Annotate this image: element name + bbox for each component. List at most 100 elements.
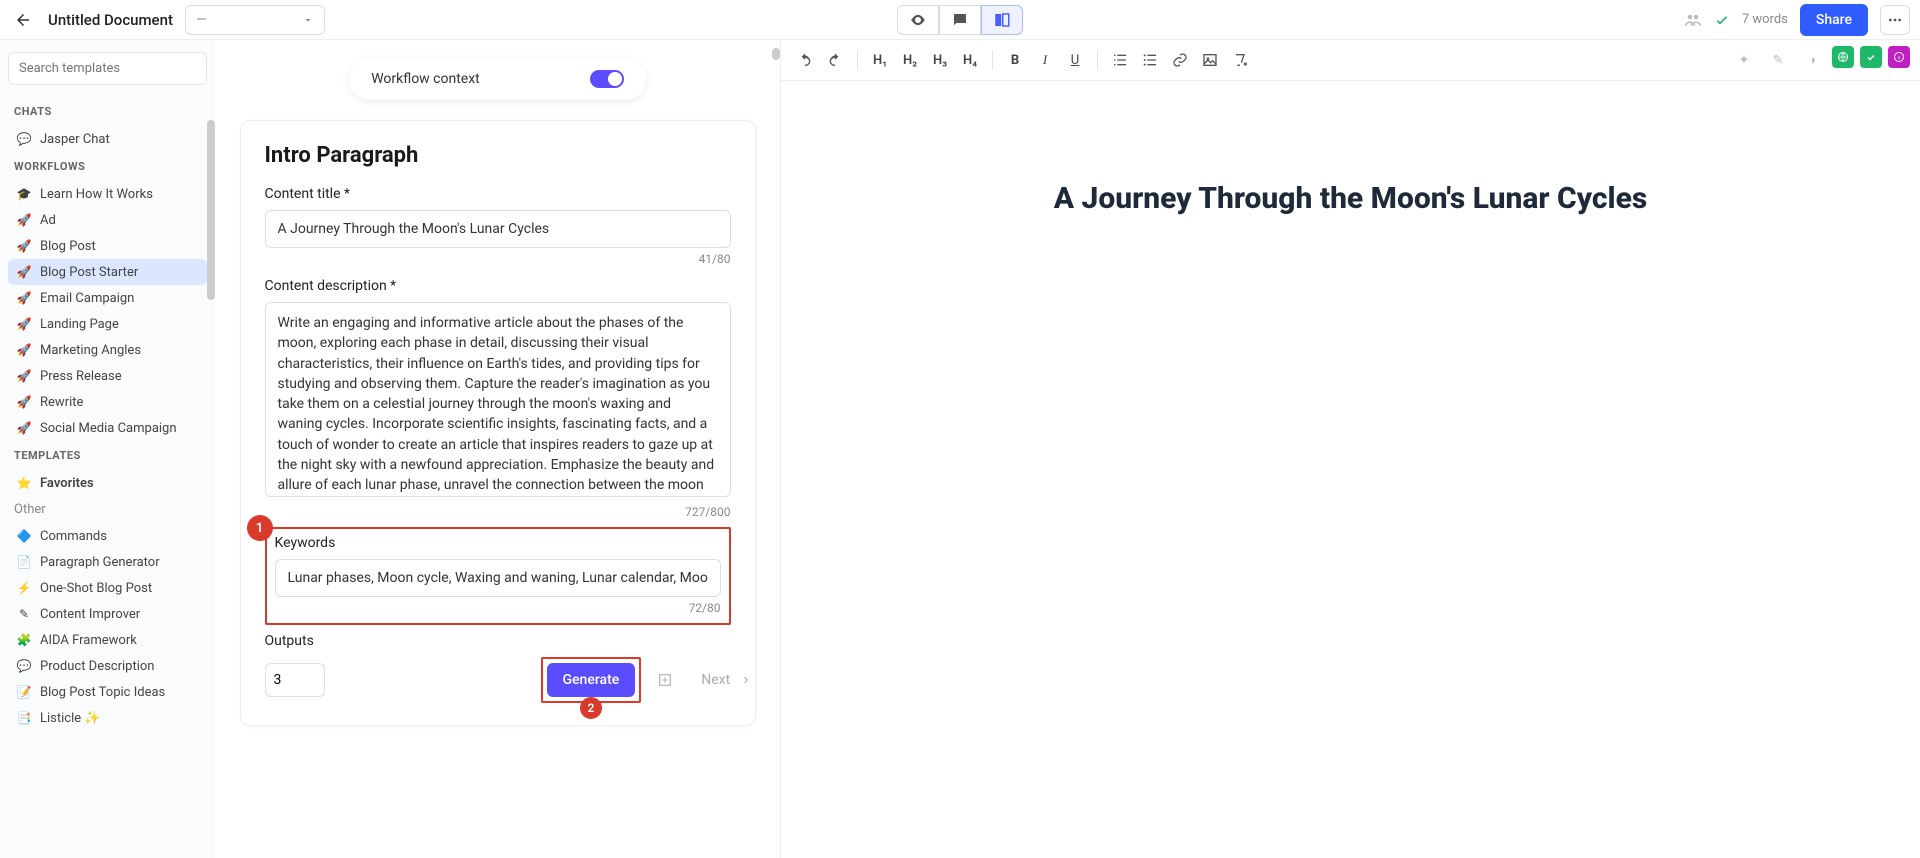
sidebar-item-topic-ideas[interactable]: 📝Blog Post Topic Ideas — [8, 679, 207, 705]
sidebar-item-label: AIDA Framework — [40, 633, 137, 648]
h1-button[interactable]: H₁ — [866, 46, 894, 74]
framework-icon: 🧩 — [16, 632, 32, 648]
ai-edit-button[interactable]: ✎ — [1764, 46, 1792, 74]
sidebar-item-label: Social Media Campaign — [40, 421, 177, 436]
sidebar-item-aida[interactable]: 🧩 AIDA Framework — [8, 627, 207, 653]
bold-button[interactable]: B — [1001, 46, 1029, 74]
underline-button[interactable]: U — [1061, 46, 1089, 74]
h3-button[interactable]: H₃ — [926, 46, 954, 74]
content-desc-counter: 727/800 — [265, 505, 731, 519]
toolbar-separator — [857, 50, 858, 70]
search-input[interactable] — [8, 52, 207, 85]
editor-toolbar: H₁ H₂ H₃ H₄ B I U ✦ ✎ ◑ — [781, 40, 1920, 81]
generate-button[interactable]: Generate — [547, 663, 636, 697]
sidebar-item-marketing-angles[interactable]: 🚀Marketing Angles — [8, 337, 207, 363]
keywords-highlight-box: 1 Keywords 72/80 — [265, 527, 731, 625]
sidebar-item-label: Product Description — [40, 659, 155, 674]
rocket-icon: 🚀 — [16, 264, 32, 280]
sparkle-icon: 📑 — [16, 710, 32, 726]
sidebar-item-label: Learn How It Works — [40, 187, 153, 202]
toolbar-separator — [1097, 50, 1098, 70]
next-button[interactable]: Next — [701, 672, 752, 688]
sidebar-item-content-improver[interactable]: ✎Content Improver — [8, 601, 207, 627]
sidebar-item-email-campaign[interactable]: 🚀Email Campaign — [8, 285, 207, 311]
rocket-icon: 🚀 — [16, 290, 32, 306]
sidebar-item-one-shot[interactable]: ⚡One-Shot Blog Post — [8, 575, 207, 601]
insert-icon[interactable] — [657, 672, 673, 688]
sidebar-item-commands[interactable]: 🔷Commands — [8, 523, 207, 549]
chevron-down-icon — [302, 14, 314, 26]
rocket-icon: 🚀 — [16, 238, 32, 254]
back-button[interactable] — [10, 7, 36, 33]
sidebar-item-blog-post-starter[interactable]: 🚀Blog Post Starter — [8, 259, 207, 285]
editor-body[interactable]: A Journey Through the Moon's Lunar Cycle… — [781, 81, 1920, 858]
share-button[interactable]: Share — [1800, 4, 1868, 36]
content-title-input[interactable] — [265, 210, 731, 248]
sidebar-item-ad[interactable]: 🚀Ad — [8, 207, 207, 233]
preview-mode-button[interactable] — [897, 5, 939, 35]
sidebar-item-listicle[interactable]: 📑Listicle ✨ — [8, 705, 207, 731]
sidebar-item-landing-page[interactable]: 🚀Landing Page — [8, 311, 207, 337]
h2-button[interactable]: H₂ — [896, 46, 924, 74]
chat-bubble-icon: 💬 — [16, 131, 32, 147]
sidebar-item-jasper-chat[interactable]: 💬 Jasper Chat — [8, 126, 207, 152]
collaborators-icon[interactable] — [1684, 11, 1702, 29]
sidebar-item-social-media[interactable]: 🚀Social Media Campaign — [8, 415, 207, 441]
italic-button[interactable]: I — [1031, 46, 1059, 74]
chat-mode-button[interactable] — [939, 5, 981, 35]
list-icon: 📝 — [16, 684, 32, 700]
sidebar-item-favorites[interactable]: ⭐Favorites — [8, 470, 207, 496]
workflow-context-label: Workflow context — [371, 71, 480, 87]
tone-select[interactable]: — — [185, 5, 325, 35]
clear-icon — [1232, 52, 1248, 68]
generate-highlight-box: Generate 2 — [541, 657, 642, 703]
document-heading[interactable]: A Journey Through the Moon's Lunar Cycle… — [1031, 181, 1671, 216]
sidebar-item-label: Paragraph Generator — [40, 555, 160, 570]
sidebar-item-paragraph-gen[interactable]: 📄Paragraph Generator — [8, 549, 207, 575]
content-desc-label: Content description * — [265, 278, 731, 294]
h4-button[interactable]: H₄ — [956, 46, 984, 74]
chats-header: CHATS — [8, 97, 207, 126]
mid-scrollbar[interactable] — [772, 48, 780, 60]
sidebar-item-product-desc[interactable]: 💬Product Description — [8, 653, 207, 679]
sidebar-item-press-release[interactable]: 🚀Press Release — [8, 363, 207, 389]
workflows-header: WORKFLOWS — [8, 152, 207, 181]
columns-icon — [993, 11, 1011, 29]
link-button[interactable] — [1166, 46, 1194, 74]
unordered-list-button[interactable] — [1136, 46, 1164, 74]
ai-suggest-button[interactable]: ◑ — [1798, 46, 1826, 74]
content-desc-input[interactable] — [265, 302, 731, 497]
link-icon — [1172, 52, 1188, 68]
more-menu-button[interactable] — [1880, 5, 1910, 35]
chevron-right-icon — [740, 674, 752, 686]
rocket-icon: 🚀 — [16, 394, 32, 410]
workflow-context-toggle[interactable] — [590, 70, 624, 88]
intro-paragraph-card: Intro Paragraph Content title * 41/80 Co… — [240, 120, 756, 726]
word-count: 7 words — [1742, 12, 1788, 27]
outputs-input[interactable] — [265, 663, 325, 697]
ai-assist-button[interactable]: ✦ — [1730, 46, 1758, 74]
sidebar-item-rewrite[interactable]: 🚀Rewrite — [8, 389, 207, 415]
undo-button[interactable] — [791, 46, 819, 74]
sidebar-item-blog-post[interactable]: 🚀Blog Post — [8, 233, 207, 259]
clear-format-button[interactable] — [1226, 46, 1254, 74]
sidebar-scrollbar[interactable] — [207, 120, 215, 300]
status-badge-check[interactable] — [1860, 46, 1882, 68]
ordered-list-button[interactable] — [1106, 46, 1134, 74]
arrow-left-icon — [14, 11, 32, 29]
dots-icon — [1887, 12, 1903, 28]
sidebar: CHATS 💬 Jasper Chat WORKFLOWS 🎓Learn How… — [0, 40, 215, 858]
keywords-input[interactable] — [275, 559, 721, 597]
globe-icon — [1837, 51, 1849, 63]
sidebar-item-label: One-Shot Blog Post — [40, 581, 152, 596]
split-mode-button[interactable] — [981, 5, 1023, 35]
sidebar-item-learn[interactable]: 🎓Learn How It Works — [8, 181, 207, 207]
status-badge-info[interactable] — [1888, 46, 1910, 68]
redo-button[interactable] — [821, 46, 849, 74]
status-badge-green[interactable] — [1832, 46, 1854, 68]
workflow-panel: « Workflow context Intro Paragraph Conte… — [215, 40, 780, 858]
shield-check-icon — [1865, 51, 1877, 63]
card-title: Intro Paragraph — [265, 143, 731, 168]
document-title[interactable]: Untitled Document — [48, 11, 173, 29]
image-button[interactable] — [1196, 46, 1224, 74]
